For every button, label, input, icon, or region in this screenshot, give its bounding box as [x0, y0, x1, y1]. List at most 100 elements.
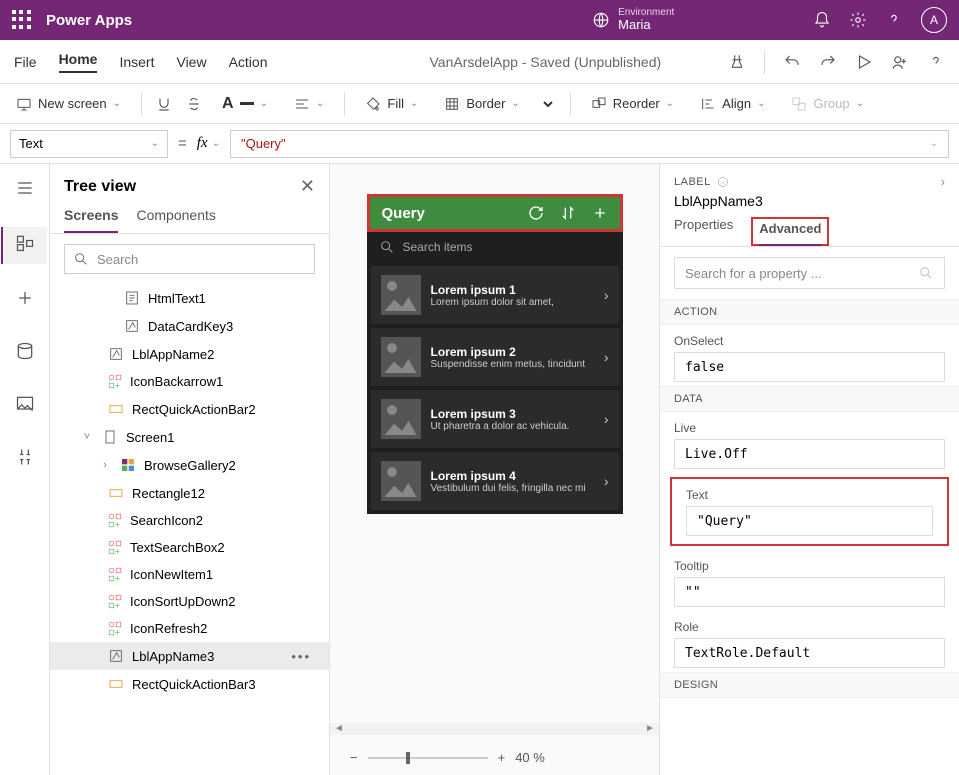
tab-components[interactable]: Components [136, 207, 215, 233]
thumb-icon [381, 399, 421, 439]
tab-advanced[interactable]: Advanced [759, 221, 821, 246]
input-onselect[interactable]: false [674, 352, 945, 382]
field-onselect: OnSelect false [660, 325, 959, 386]
property-search[interactable]: Search for a property ... [674, 257, 945, 289]
tree-node-HtmlText1[interactable]: HtmlText1 [50, 284, 329, 312]
share-icon[interactable] [891, 53, 909, 71]
menu-file[interactable]: File [14, 54, 37, 70]
input-tooltip[interactable]: "" [674, 577, 945, 607]
refresh-icon[interactable] [528, 205, 544, 221]
undo-icon[interactable] [783, 53, 801, 71]
tree-body: HtmlText1DataCardKey3LblAppName2IconBack… [50, 284, 329, 775]
app-checker-icon[interactable] [728, 53, 746, 71]
tree-node-IconBackarrow1[interactable]: IconBackarrow1 [50, 368, 329, 395]
phone-search[interactable]: Search items [367, 232, 623, 262]
underline-icon[interactable] [156, 96, 172, 112]
field-tooltip: Tooltip "" [660, 550, 959, 611]
tree-node-RectQuickActionBar3[interactable]: RectQuickActionBar3 [50, 670, 329, 698]
plus-icon[interactable] [592, 205, 608, 221]
element-type: LABEL [674, 176, 729, 188]
tab-screens[interactable]: Screens [64, 207, 118, 233]
gallery-row[interactable]: Lorem ipsum 2Suspendisse enim metus, tin… [371, 328, 619, 386]
avatar[interactable]: A [921, 7, 947, 33]
rail-data[interactable] [11, 337, 39, 370]
new-screen-button[interactable]: New screen⌄ [10, 92, 127, 116]
rail-insert[interactable] [11, 284, 39, 317]
canvas[interactable]: Query Search items Lorem ipsum 1Lorem ip… [330, 164, 659, 775]
help-icon[interactable] [885, 11, 903, 29]
chevron-right-icon: › [604, 411, 609, 427]
field-role: Role TextRole.Default [660, 611, 959, 672]
align-icon [700, 96, 716, 112]
play-icon[interactable] [855, 53, 873, 71]
tree-node-Screen1[interactable]: ˅Screen1 [50, 423, 329, 451]
menu-view[interactable]: View [176, 54, 206, 70]
thumb-icon [381, 461, 421, 501]
rail-hamburger[interactable] [11, 174, 39, 207]
group-button: Group⌄ [785, 92, 870, 116]
info-icon[interactable] [717, 176, 729, 188]
section-action: ACTION [660, 299, 959, 325]
chevron-right-icon: › [604, 473, 609, 489]
tree-node-DataCardKey3[interactable]: DataCardKey3 [50, 312, 329, 340]
phone-header: Query [367, 194, 623, 232]
input-role[interactable]: TextRole.Default [674, 638, 945, 668]
help-icon[interactable] [927, 53, 945, 71]
field-text-highlighted: Text "Query" [670, 477, 949, 546]
reorder-button[interactable]: Reorder⌄ [585, 92, 680, 116]
tree-node-BrowseGallery2[interactable]: ›BrowseGallery2 [50, 451, 329, 479]
gallery-row[interactable]: Lorem ipsum 4Vestibulum dui felis, fring… [371, 452, 619, 510]
phone-title[interactable]: Query [382, 205, 425, 222]
tree-node-Rectangle12[interactable]: Rectangle12 [50, 479, 329, 507]
menu-action[interactable]: Action [229, 54, 268, 70]
border-icon [444, 96, 460, 112]
chevron-down-icon[interactable] [540, 96, 556, 112]
property-dropdown[interactable]: Text⌄ [10, 130, 168, 158]
element-name: LblAppName3 [660, 193, 959, 217]
canvas-hscroll[interactable] [330, 723, 659, 735]
gallery-row[interactable]: Lorem ipsum 1Lorem ipsum dolor sit amet,… [371, 266, 619, 324]
section-design: DESIGN [660, 672, 959, 698]
thumb-icon [381, 275, 421, 315]
app-launcher-icon[interactable] [12, 10, 32, 30]
tab-properties[interactable]: Properties [674, 217, 733, 246]
tree-node-TextSearchBox2[interactable]: TextSearchBox2 [50, 534, 329, 561]
rail-tree[interactable] [1, 227, 47, 264]
gallery-row[interactable]: Lorem ipsum 3Ut pharetra a dolor ac vehi… [371, 390, 619, 448]
chevron-right-icon: › [604, 349, 609, 365]
tree-node-IconNewItem1[interactable]: IconNewItem1 [50, 561, 329, 588]
menu-insert[interactable]: Insert [119, 54, 154, 70]
tree-node-LblAppName2[interactable]: LblAppName2 [50, 340, 329, 368]
gear-icon[interactable] [849, 11, 867, 29]
strikethrough-icon[interactable] [186, 96, 202, 112]
zoom-control[interactable]: − + 40 % [350, 750, 545, 765]
input-text[interactable]: "Query" [686, 506, 933, 536]
border-button[interactable]: Border⌄ [438, 92, 525, 116]
redo-icon[interactable] [819, 53, 837, 71]
menu-home[interactable]: Home [59, 51, 98, 73]
tree-node-SearchIcon2[interactable]: SearchIcon2 [50, 507, 329, 534]
rail-media[interactable] [11, 390, 39, 423]
tree-node-IconRefresh2[interactable]: IconRefresh2 [50, 615, 329, 642]
tree-node-LblAppName3[interactable]: LblAppName3••• [50, 642, 329, 670]
chevron-right-icon: › [604, 287, 609, 303]
fill-button[interactable]: Fill⌄ [359, 92, 424, 116]
tree-search[interactable]: Search [64, 244, 315, 274]
formula-input[interactable]: "Query"⌄ [230, 130, 949, 158]
left-rail [0, 164, 50, 775]
input-live[interactable]: Live.Off [674, 439, 945, 469]
tree-node-RectQuickActionBar2[interactable]: RectQuickActionBar2 [50, 395, 329, 423]
tree-node-IconSortUpDown2[interactable]: IconSortUpDown2 [50, 588, 329, 615]
chevron-right-icon[interactable]: › [941, 174, 945, 189]
fx-icon[interactable]: fx ⌄ [197, 135, 220, 152]
rail-tools[interactable] [11, 443, 39, 476]
bell-icon[interactable] [813, 11, 831, 29]
environment-picker[interactable]: EnvironmentMaria [592, 7, 674, 32]
align-button[interactable]: Align⌄ [694, 92, 771, 116]
close-icon[interactable]: ✕ [300, 176, 315, 197]
group-icon [791, 96, 807, 112]
menubar: File Home Insert View Action VanArsdelAp… [0, 40, 959, 84]
sort-icon[interactable] [560, 205, 576, 221]
font-color-button[interactable]: A⌄ [216, 91, 274, 117]
text-align-button[interactable]: ⌄ [288, 92, 330, 116]
